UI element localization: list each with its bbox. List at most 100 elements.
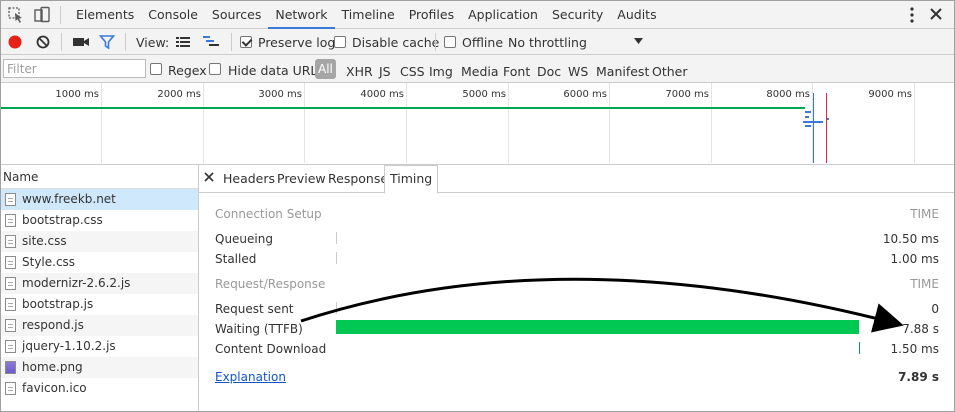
timing-label-content-download: Content Download [215,342,327,356]
request-row-bootstrap-js[interactable]: bootstrap.js [1,294,198,315]
ttfb-bar [336,320,859,334]
timing-value-content-download: 1.50 ms [890,342,939,356]
filter-funnel-icon[interactable] [99,34,115,50]
overview-waterfall-graph [1,93,829,163]
request-row-style-css[interactable]: Style.css [1,252,198,273]
request-row-home-png[interactable]: home.png [1,357,198,378]
document-file-icon [5,214,16,227]
record-icon[interactable] [7,34,23,50]
preserve-log-label: Preserve log [258,35,336,50]
request-name: home.png [22,360,83,374]
request-row-modernizr-js[interactable]: modernizr-2.6.2.js [1,273,198,294]
regex-label: Regex [168,63,207,78]
timing-value-request-sent: 0 [931,302,939,316]
main-tabs: Elements Console Sources Network Timelin… [69,1,664,29]
request-response-heading: Request/Response [215,277,326,291]
request-row-site-css[interactable]: site.css [1,231,198,252]
request-name: modernizr-2.6.2.js [22,276,131,290]
large-rows-icon[interactable] [175,35,191,49]
tab-security[interactable]: Security [545,1,610,29]
request-row-respond-js[interactable]: respond.js [1,315,198,336]
regex-checkbox[interactable] [150,63,162,75]
request-name: Style.css [22,255,76,269]
tab-timing[interactable]: Timing [384,165,439,194]
view-label: View: [136,35,170,50]
type-filter-css[interactable]: CSS [400,64,425,79]
document-file-icon [5,382,16,395]
connection-setup-heading: Connection Setup [215,207,322,221]
throttling-select[interactable]: No throttling [508,35,587,50]
request-row-bootstrap-css[interactable]: bootstrap.css [1,210,198,231]
toolbar-divider [60,6,61,24]
tab-console[interactable]: Console [141,1,205,29]
preserve-log-checkbox[interactable] [240,36,252,48]
type-filter-manifest[interactable]: Manifest [596,64,649,79]
tab-response[interactable]: Response [323,165,393,193]
request-name: jquery-1.10.2.js [22,339,116,353]
type-filter-media[interactable]: Media [461,64,499,79]
inspect-element-icon[interactable] [7,6,25,24]
type-filter-doc[interactable]: Doc [537,64,561,79]
network-toolbar: View: Preserve log Disable cache Offline… [1,29,954,55]
tab-preview[interactable]: Preview [272,165,331,193]
type-filter-img[interactable]: Img [429,64,453,79]
timing-value-queueing: 10.50 ms [882,232,939,246]
clear-icon[interactable] [35,34,51,50]
request-row-freekb[interactable]: www.freekb.net [1,189,198,210]
timing-label-request-sent: Request sent [215,302,294,316]
request-name: site.css [22,234,67,248]
tab-audits[interactable]: Audits [610,1,663,29]
timing-label-ttfb: Waiting (TTFB) [215,322,303,336]
toolbar-divider [231,33,232,51]
timing-total: 7.89 s [898,370,939,384]
detail-tab-bar: Headers Preview Response Timing [199,165,954,194]
close-details-icon[interactable] [204,172,214,182]
type-filter-xhr[interactable]: XHR [346,64,373,79]
close-devtools-icon[interactable] [929,7,943,21]
request-row-favicon[interactable]: favicon.ico [1,378,198,399]
main-tab-bar: Elements Console Sources Network Timelin… [1,1,954,29]
tab-timeline[interactable]: Timeline [335,1,402,29]
request-name: bootstrap.js [22,297,94,311]
timing-label-stalled: Stalled [215,252,257,266]
name-column-header[interactable]: Name [1,165,198,189]
tab-application[interactable]: Application [461,1,545,29]
request-name: www.freekb.net [22,192,116,206]
tab-elements[interactable]: Elements [69,1,141,29]
document-file-icon [5,298,16,311]
document-file-icon [5,193,16,206]
type-filter-font[interactable]: Font [503,64,530,79]
document-file-icon [5,277,16,290]
offline-checkbox[interactable] [444,36,456,48]
more-options-icon[interactable] [910,7,914,23]
type-filter-all[interactable]: All [315,59,336,79]
disable-cache-checkbox[interactable] [334,36,346,48]
toolbar-divider [435,33,436,51]
request-row-jquery-js[interactable]: jquery-1.10.2.js [1,336,198,357]
type-filter-other[interactable]: Other [652,64,688,79]
overview-timeline[interactable]: 1000 ms 2000 ms 3000 ms 4000 ms 5000 ms … [1,83,954,165]
request-sent-bar [336,302,337,314]
type-filter-js[interactable]: JS [379,64,391,79]
request-name: bootstrap.css [22,213,103,227]
tab-headers[interactable]: Headers [218,165,280,193]
filter-input[interactable] [3,59,146,78]
tab-profiles[interactable]: Profiles [402,1,461,29]
request-details-panel: Headers Preview Response Timing Connecti… [199,165,954,411]
hide-data-urls-checkbox[interactable] [209,63,221,75]
document-file-icon [5,256,16,269]
tab-sources[interactable]: Sources [205,1,268,29]
waterfall-overview-icon[interactable] [202,35,220,49]
tab-network[interactable]: Network [268,1,335,29]
request-name: respond.js [22,318,84,332]
document-file-icon [5,319,16,332]
explanation-link[interactable]: Explanation [215,370,286,384]
device-mode-icon[interactable] [33,6,51,24]
image-file-icon [5,361,16,374]
type-filter-ws[interactable]: WS [568,64,588,79]
document-file-icon [5,235,16,248]
timing-label-queueing: Queueing [215,232,273,246]
chevron-down-icon[interactable] [634,38,643,45]
screenshot-camera-icon[interactable] [72,35,90,49]
devtools-window: Elements Console Sources Network Timelin… [0,0,955,412]
